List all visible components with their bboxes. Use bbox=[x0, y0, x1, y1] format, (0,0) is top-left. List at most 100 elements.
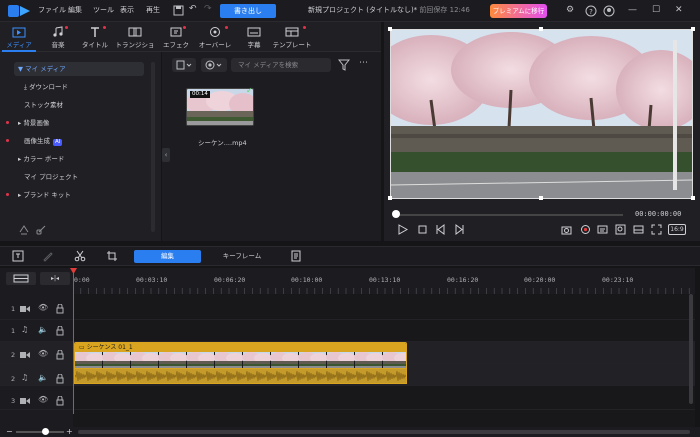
clip-label: ▭ シーケンス 01_1 bbox=[75, 343, 406, 352]
sidebar-item-color-board[interactable]: ▸ カラー ボード bbox=[14, 152, 144, 166]
track-number: 2 bbox=[11, 351, 16, 359]
link-icon[interactable] bbox=[36, 223, 48, 235]
tab-media[interactable]: メディア bbox=[2, 22, 36, 52]
menu-tools[interactable]: ツール bbox=[93, 5, 114, 15]
lock-icon[interactable] bbox=[56, 374, 64, 384]
play-icon[interactable] bbox=[397, 224, 408, 235]
sidebar-item-download[interactable]: ⤓ ダウンロード bbox=[14, 80, 144, 94]
close-icon[interactable]: ✕ bbox=[675, 5, 687, 17]
snapshot-icon[interactable] bbox=[561, 224, 572, 235]
add-track-button[interactable] bbox=[6, 272, 36, 285]
sidebar-item-stock[interactable]: ストック素材 bbox=[14, 98, 144, 112]
tab-keyframe[interactable]: キーフレーム bbox=[214, 250, 270, 263]
tab-music[interactable]: 音楽 bbox=[42, 22, 74, 52]
sidebar-item-image-gen[interactable]: 画像生成 AI bbox=[6, 134, 144, 148]
track-manager-icon[interactable] bbox=[12, 250, 24, 262]
import-icon[interactable] bbox=[18, 223, 30, 235]
sidebar-item-my-media[interactable]: ▼ マイ メディア bbox=[14, 62, 144, 76]
preview-video[interactable] bbox=[390, 29, 693, 199]
tab-title[interactable]: タイトル bbox=[78, 22, 112, 52]
menu-file[interactable]: ファイル bbox=[38, 5, 66, 15]
fullscreen-icon[interactable] bbox=[651, 224, 662, 235]
tab-overlay[interactable]: オーバーレイ bbox=[196, 22, 234, 59]
lock-icon[interactable] bbox=[56, 326, 64, 336]
zoom-preview-icon[interactable] bbox=[615, 224, 626, 235]
preview-seekbar[interactable] bbox=[395, 214, 623, 216]
lock-icon[interactable] bbox=[56, 396, 64, 406]
collapse-sidebar-button[interactable]: ‹ bbox=[162, 148, 170, 162]
tab-template-label: テンプレート bbox=[272, 41, 312, 49]
timeline-audio-waveform[interactable] bbox=[74, 368, 407, 384]
menu-playback[interactable]: 再生 bbox=[146, 5, 160, 15]
title-bar: ファイル 編集 ツール 表示 再生 ↶ ↷ 書き出し 新規プロジェクト (タイト… bbox=[0, 0, 700, 22]
clip-duration-badge: 00:14 bbox=[190, 91, 210, 98]
track-header-video-3: 3 👁 bbox=[0, 390, 73, 412]
tab-subtitle-label: 字幕 bbox=[247, 41, 261, 49]
lock-icon[interactable] bbox=[56, 350, 64, 360]
sidebar-item-brand-kit[interactable]: ▸ ブランド キット bbox=[6, 188, 144, 202]
zoom-slider-track[interactable] bbox=[16, 431, 64, 433]
subtitle-toggle-icon[interactable] bbox=[597, 224, 608, 235]
timeline-horizontal-scrollbar[interactable] bbox=[78, 430, 690, 434]
pen-icon[interactable] bbox=[42, 250, 54, 262]
tab-edit[interactable]: 編集 bbox=[134, 250, 201, 263]
save-icon[interactable] bbox=[173, 5, 184, 16]
zoom-slider-knob[interactable] bbox=[42, 428, 49, 435]
filter-icon[interactable] bbox=[338, 59, 350, 71]
redo-icon[interactable]: ↷ bbox=[204, 4, 212, 14]
account-icon[interactable] bbox=[603, 5, 615, 17]
menu-edit[interactable]: 編集 bbox=[68, 5, 82, 15]
minimize-icon[interactable]: — bbox=[628, 5, 640, 17]
undo-icon[interactable]: ↶ bbox=[189, 4, 197, 14]
maximize-icon[interactable]: ☐ bbox=[652, 5, 664, 17]
visibility-eye-icon[interactable]: 👁 bbox=[38, 303, 48, 312]
speaker-icon[interactable]: 🔈 bbox=[38, 325, 48, 334]
zoom-out-icon[interactable]: − bbox=[6, 427, 13, 437]
next-frame-icon[interactable] bbox=[454, 224, 465, 235]
menu-view[interactable]: 表示 bbox=[120, 5, 134, 15]
import-media-button[interactable] bbox=[172, 58, 196, 72]
title-icon bbox=[91, 27, 99, 37]
crop-icon[interactable] bbox=[106, 250, 118, 262]
visibility-eye-icon[interactable]: 👁 bbox=[38, 395, 48, 404]
help-icon[interactable]: ? bbox=[585, 5, 597, 17]
sidebar-scrollbar[interactable] bbox=[151, 62, 155, 232]
stop-icon[interactable] bbox=[417, 224, 428, 235]
timeline-vertical-scrollbar[interactable] bbox=[689, 294, 693, 404]
record-button[interactable] bbox=[201, 58, 227, 72]
seekbar-knob[interactable] bbox=[392, 210, 400, 218]
playhead-line[interactable] bbox=[73, 268, 74, 414]
visibility-eye-icon[interactable]: 👁 bbox=[38, 349, 48, 358]
export-button[interactable]: 書き出し bbox=[220, 4, 276, 18]
transform-handle[interactable] bbox=[539, 27, 543, 31]
zoom-in-icon[interactable]: + bbox=[66, 427, 73, 437]
import-dropdown-icon bbox=[176, 60, 192, 70]
tab-template[interactable]: テンプレート bbox=[272, 22, 312, 52]
clip-filmstrip bbox=[75, 352, 406, 369]
voice-record-icon[interactable] bbox=[580, 224, 591, 235]
transform-handle[interactable] bbox=[388, 196, 392, 200]
split-scissors-icon[interactable] bbox=[74, 250, 86, 262]
speaker-icon[interactable]: 🔈 bbox=[38, 373, 48, 382]
premium-upgrade-button[interactable]: プレミアムに移行 bbox=[490, 4, 547, 18]
transform-handle[interactable] bbox=[691, 196, 695, 200]
transform-handle[interactable] bbox=[388, 27, 392, 31]
tab-subtitle[interactable]: 字幕 bbox=[240, 22, 268, 52]
lock-icon[interactable] bbox=[56, 304, 64, 314]
sidebar-item-backgrounds[interactable]: ▸ 背景画像 bbox=[6, 116, 144, 130]
text-tool-icon[interactable] bbox=[290, 250, 302, 262]
tab-transition[interactable]: トランジション bbox=[114, 22, 156, 59]
transform-handle[interactable] bbox=[691, 27, 695, 31]
aspect-ratio-button[interactable]: 16:9 bbox=[668, 224, 686, 235]
fit-timeline-button[interactable]: ▸|◂ bbox=[40, 272, 70, 285]
settings-icon[interactable]: ⚙ bbox=[566, 5, 578, 17]
transform-handle[interactable] bbox=[539, 196, 543, 200]
display-settings-icon[interactable] bbox=[633, 224, 644, 235]
more-options-icon[interactable]: ⋯ bbox=[359, 58, 368, 68]
sidebar-item-my-project[interactable]: マイ プロジェクト bbox=[14, 170, 144, 184]
previous-frame-icon[interactable] bbox=[435, 224, 446, 235]
media-search-input[interactable]: マイ メディアを検索 bbox=[231, 58, 331, 72]
track-row-video-3 bbox=[0, 388, 695, 410]
tab-effect[interactable]: エフェクト bbox=[160, 22, 192, 59]
ruler-label: 0:00 bbox=[74, 276, 90, 284]
